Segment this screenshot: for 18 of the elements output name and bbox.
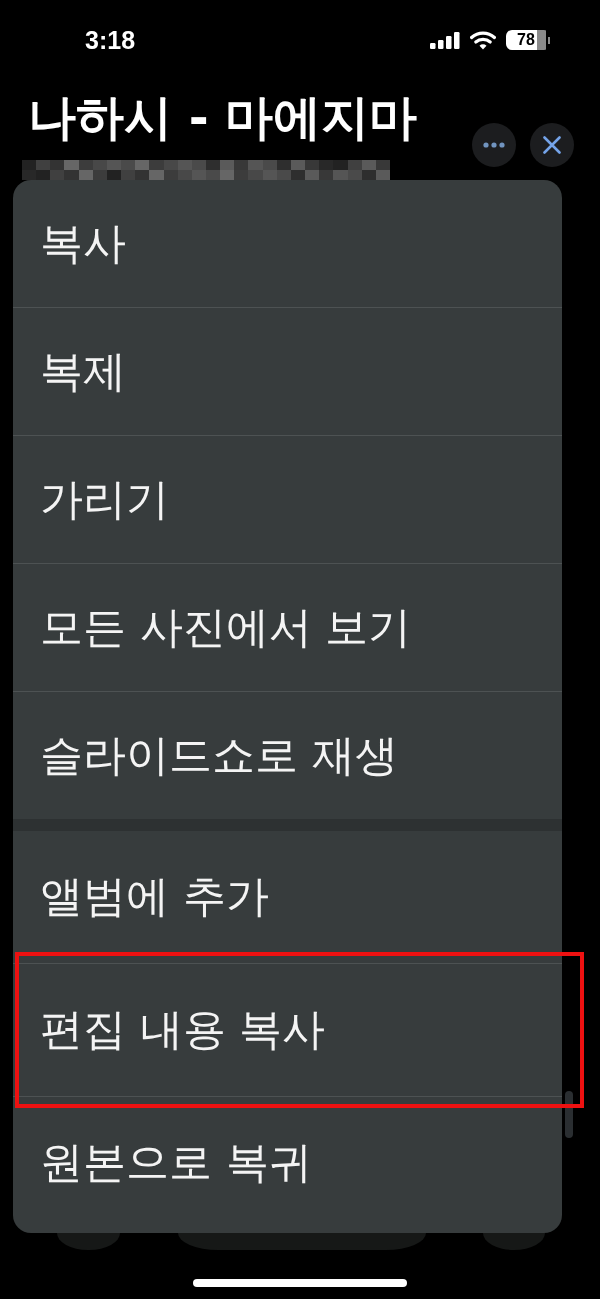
album-title: 나하시 - 마에지마 [28,88,419,146]
menu-item[interactable]: 모든 사진에서 보기 [13,564,562,691]
scroll-indicator [565,1091,573,1138]
close-icon [543,136,561,154]
menu-item[interactable]: 편집 내용 복사 [13,964,562,1096]
status-time: 3:18 [85,25,136,55]
menu-item[interactable]: 가리기 [13,436,562,563]
menu-item[interactable]: 슬라이드쇼로 재생 [13,692,562,819]
close-button[interactable] [530,123,574,167]
menu-item[interactable]: 복사 [13,180,562,307]
wifi-icon [470,30,496,50]
more-icon [483,142,505,148]
battery-indicator: 78 [506,30,550,50]
menu-item[interactable]: 원본으로 복귀 [13,1097,562,1229]
menu-item[interactable]: 복제 [13,308,562,435]
signal-icon [430,31,460,49]
menu-item[interactable]: 앨범에 추가 [13,831,562,963]
more-button[interactable] [472,123,516,167]
